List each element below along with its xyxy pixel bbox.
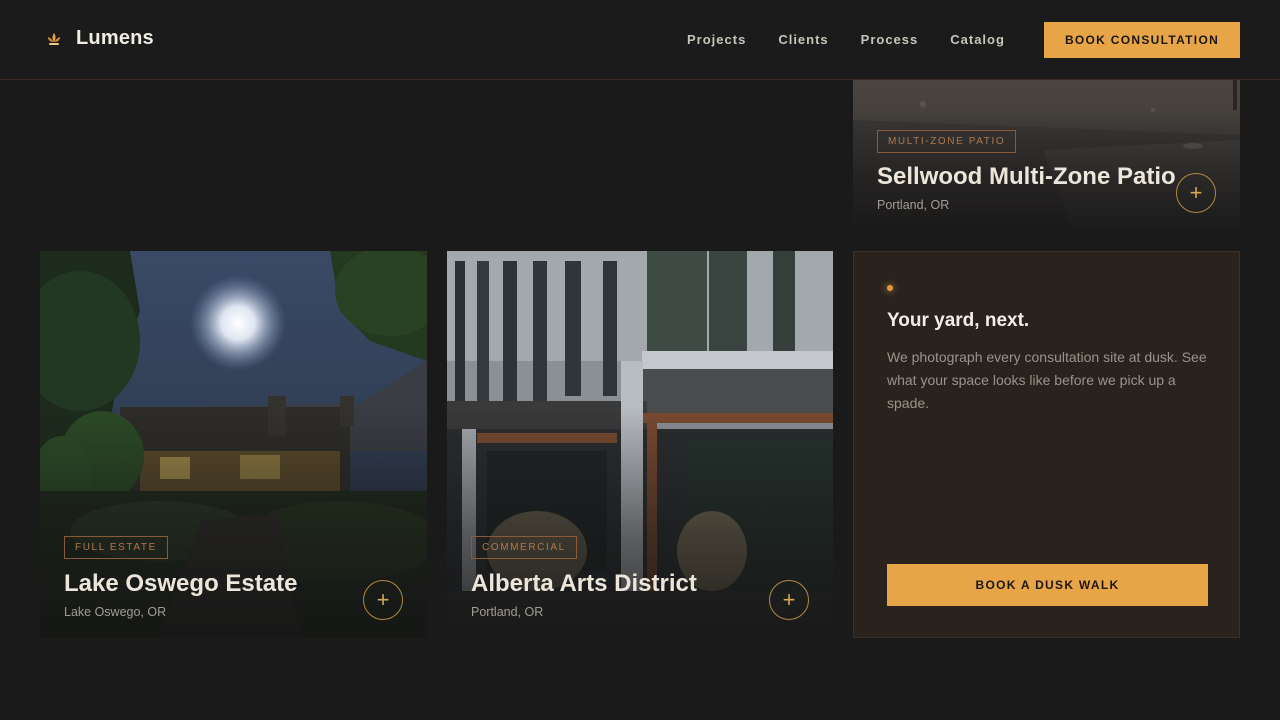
site-header: Lumens Projects Clients Process Catalog … (0, 0, 1280, 80)
project-card-alberta-arts[interactable]: COMMERCIAL Alberta Arts District Portlan… (447, 251, 833, 638)
project-title: Lake Oswego Estate (64, 570, 298, 597)
consultation-promo-card: Your yard, next. We photograph every con… (853, 251, 1240, 638)
status-dot-icon (887, 285, 893, 291)
main-nav: Projects Clients Process Catalog (687, 32, 1037, 47)
nav-catalog[interactable]: Catalog (950, 32, 1005, 47)
project-tag: FULL ESTATE (64, 536, 168, 559)
project-card-lake-oswego[interactable]: FULL ESTATE Lake Oswego Estate Lake Oswe… (40, 251, 427, 638)
project-title: Sellwood Multi-Zone Patio (877, 163, 1176, 190)
promo-title: Your yard, next. (887, 310, 1030, 331)
project-card-sellwood[interactable]: MULTI-ZONE PATIO Sellwood Multi-Zone Pat… (853, 80, 1240, 231)
nav-process[interactable]: Process (861, 32, 919, 47)
nav-projects[interactable]: Projects (687, 32, 746, 47)
project-title: Alberta Arts District (471, 570, 697, 597)
project-tag: MULTI-ZONE PATIO (877, 130, 1017, 153)
nav-clients[interactable]: Clients (778, 32, 828, 47)
brand-logo[interactable]: Lumens (45, 27, 154, 50)
project-location: Lake Oswego, OR (64, 605, 167, 619)
expand-plus-icon[interactable]: + (1176, 173, 1216, 213)
project-location: Portland, OR (877, 198, 950, 212)
expand-plus-icon[interactable]: + (769, 580, 809, 620)
book-dusk-walk-button[interactable]: BOOK A DUSK WALK (887, 564, 1208, 606)
lotus-lamp-icon (48, 32, 60, 45)
expand-plus-icon[interactable]: + (363, 580, 403, 620)
project-location: Portland, OR (471, 605, 544, 619)
promo-description: We photograph every consultation site at… (887, 349, 1207, 411)
book-consultation-button[interactable]: BOOK CONSULTATION (1044, 22, 1240, 58)
project-tag: COMMERCIAL (471, 536, 577, 559)
brand-name: Lumens (76, 27, 154, 49)
